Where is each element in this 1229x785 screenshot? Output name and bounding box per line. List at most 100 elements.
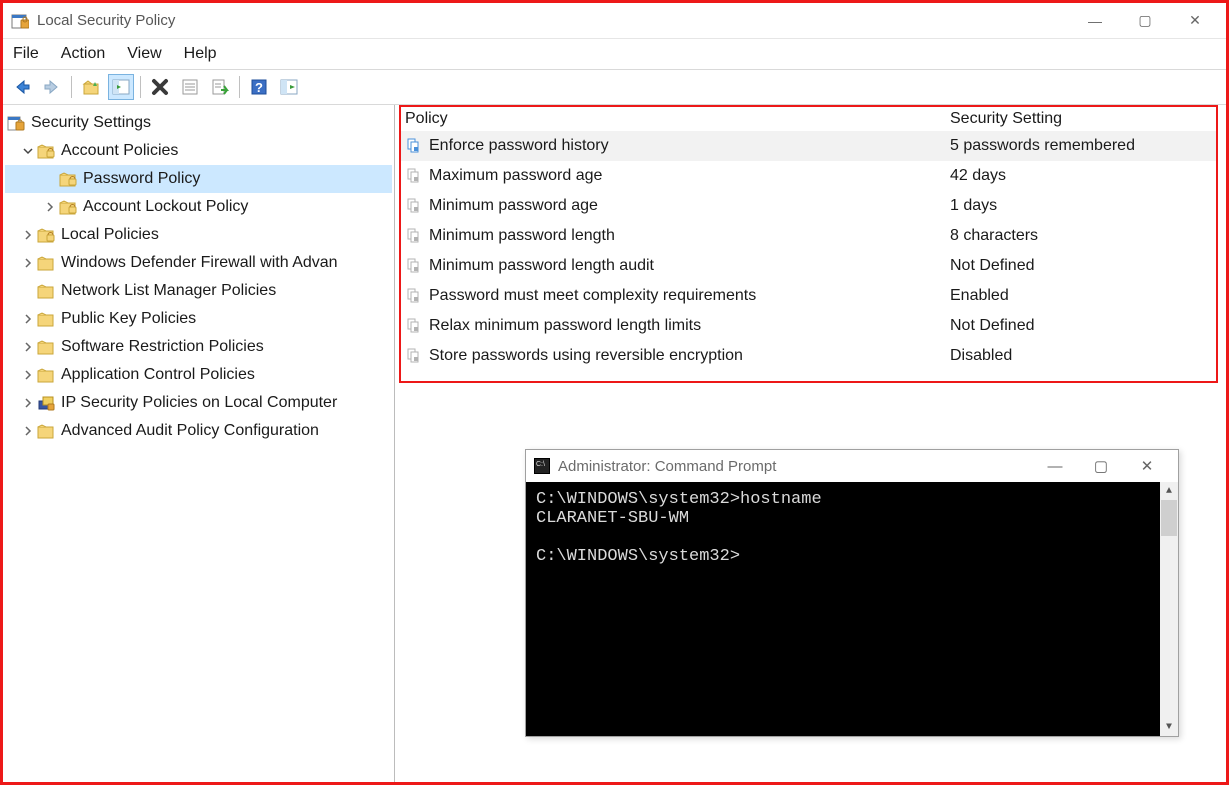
list-panel: Policy Security Setting Enforce password… <box>395 105 1226 782</box>
cmd-text: C:\WINDOWS\system32>hostname CLARANET-SB… <box>536 490 822 566</box>
chevron-right-icon[interactable] <box>21 228 35 242</box>
folder-icon <box>37 254 55 272</box>
properties-button[interactable] <box>177 74 203 100</box>
menu-action[interactable]: Action <box>61 45 105 63</box>
chevron-right-icon[interactable] <box>21 340 35 354</box>
delete-button[interactable] <box>147 74 173 100</box>
policy-row[interactable]: Minimum password length auditNot Defined <box>401 251 1216 281</box>
policy-row[interactable]: Enforce password history5 passwords reme… <box>401 131 1216 161</box>
cmd-titlebar[interactable]: Administrator: Command Prompt — ▢ ✕ <box>526 450 1178 482</box>
cmd-minimize-button[interactable]: — <box>1032 451 1078 481</box>
help-button[interactable]: ? <box>246 74 272 100</box>
app-icon <box>11 12 29 30</box>
policy-name: Enforce password history <box>429 137 950 155</box>
chevron-right-icon[interactable] <box>21 312 35 326</box>
tree-label: Password Policy <box>83 170 200 188</box>
policy-name: Relax minimum password length limits <box>429 317 950 335</box>
tree-label: Account Lockout Policy <box>83 198 248 216</box>
chevron-right-icon[interactable] <box>21 256 35 270</box>
cmd-window[interactable]: Administrator: Command Prompt — ▢ ✕ C:\W… <box>525 449 1179 737</box>
policy-value: Enabled <box>950 287 1212 305</box>
policy-row[interactable]: Password must meet complexity requiremen… <box>401 281 1216 311</box>
tree-label: Network List Manager Policies <box>61 282 276 300</box>
forward-button[interactable] <box>39 74 65 100</box>
chevron-down-icon[interactable] <box>21 144 35 158</box>
tree-item-app-control[interactable]: Application Control Policies <box>5 361 392 389</box>
show-hide-tree-button[interactable] <box>108 74 134 100</box>
up-button[interactable] <box>78 74 104 100</box>
separator <box>140 76 141 98</box>
tree-label: Local Policies <box>61 226 159 244</box>
policy-value: 5 passwords remembered <box>950 137 1212 155</box>
column-header-setting[interactable]: Security Setting <box>950 110 1212 128</box>
tree-item-public-key[interactable]: Public Key Policies <box>5 305 392 333</box>
content-area: Security Settings Account Policies Passw… <box>3 105 1226 782</box>
refresh-policy-button[interactable] <box>276 74 302 100</box>
policy-icon <box>405 257 423 275</box>
cmd-title: Administrator: Command Prompt <box>558 458 1032 475</box>
policy-name: Maximum password age <box>429 167 950 185</box>
chevron-right-icon[interactable] <box>21 368 35 382</box>
separator <box>71 76 72 98</box>
export-button[interactable] <box>207 74 233 100</box>
policy-name: Minimum password length <box>429 227 950 245</box>
policy-icon <box>405 347 423 365</box>
tree-item-firewall[interactable]: Windows Defender Firewall with Advan <box>5 249 392 277</box>
titlebar: Local Security Policy — ▢ ✕ <box>3 3 1226 39</box>
cmd-scrollbar[interactable]: ▲▼ <box>1160 482 1178 736</box>
back-button[interactable] <box>9 74 35 100</box>
policy-row[interactable]: Minimum password age1 days <box>401 191 1216 221</box>
chevron-right-icon[interactable] <box>43 200 57 214</box>
toolbar: ? <box>3 69 1226 105</box>
tree-item-local-policies[interactable]: Local Policies <box>5 221 392 249</box>
column-header-policy[interactable]: Policy <box>405 110 950 128</box>
tree-label: Software Restriction Policies <box>61 338 264 356</box>
tree-item-advanced-audit[interactable]: Advanced Audit Policy Configuration <box>5 417 392 445</box>
tree-item-network-list[interactable]: Network List Manager Policies <box>5 277 392 305</box>
folder-icon <box>37 422 55 440</box>
tree-label: Advanced Audit Policy Configuration <box>61 422 319 440</box>
chevron-right-icon[interactable] <box>21 424 35 438</box>
folder-lock-icon <box>37 226 55 244</box>
policy-name: Minimum password age <box>429 197 950 215</box>
tree-panel: Security Settings Account Policies Passw… <box>3 105 395 782</box>
ipsec-icon <box>37 394 55 412</box>
policy-row[interactable]: Maximum password age42 days <box>401 161 1216 191</box>
policy-value: Not Defined <box>950 317 1212 335</box>
policy-row[interactable]: Minimum password length8 characters <box>401 221 1216 251</box>
policy-row[interactable]: Store passwords using reversible encrypt… <box>401 341 1216 371</box>
policy-value: Disabled <box>950 347 1212 365</box>
menu-view[interactable]: View <box>127 45 161 63</box>
tree-item-account-policies[interactable]: Account Policies <box>5 137 392 165</box>
maximize-button[interactable]: ▢ <box>1122 6 1168 36</box>
policy-value: 42 days <box>950 167 1212 185</box>
folder-icon <box>37 366 55 384</box>
menu-file[interactable]: File <box>13 45 39 63</box>
scroll-thumb[interactable] <box>1161 500 1177 536</box>
scroll-up-icon[interactable]: ▲ <box>1160 482 1178 500</box>
tree-item-account-lockout[interactable]: Account Lockout Policy <box>5 193 392 221</box>
minimize-button[interactable]: — <box>1072 6 1118 36</box>
policy-name: Store passwords using reversible encrypt… <box>429 347 950 365</box>
svg-text:?: ? <box>255 80 263 95</box>
cmd-close-button[interactable]: ✕ <box>1124 451 1170 481</box>
policy-icon <box>405 137 423 155</box>
policy-value: 1 days <box>950 197 1212 215</box>
cmd-body[interactable]: C:\WINDOWS\system32>hostname CLARANET-SB… <box>526 482 1178 736</box>
policy-value: 8 characters <box>950 227 1212 245</box>
chevron-right-icon[interactable] <box>21 396 35 410</box>
tree-root[interactable]: Security Settings <box>5 109 392 137</box>
cmd-maximize-button[interactable]: ▢ <box>1078 451 1124 481</box>
folder-lock-icon <box>59 198 77 216</box>
tree-item-software-restriction[interactable]: Software Restriction Policies <box>5 333 392 361</box>
tree-item-password-policy[interactable]: Password Policy <box>5 165 392 193</box>
policy-list: Policy Security Setting Enforce password… <box>399 105 1218 383</box>
security-icon <box>7 114 25 132</box>
scroll-down-icon[interactable]: ▼ <box>1160 718 1178 736</box>
policy-row[interactable]: Relax minimum password length limitsNot … <box>401 311 1216 341</box>
close-button[interactable]: ✕ <box>1172 6 1218 36</box>
policy-header-row: Policy Security Setting <box>401 107 1216 131</box>
tree-root-label: Security Settings <box>31 114 151 132</box>
menu-help[interactable]: Help <box>184 45 217 63</box>
tree-item-ip-security[interactable]: IP Security Policies on Local Computer <box>5 389 392 417</box>
